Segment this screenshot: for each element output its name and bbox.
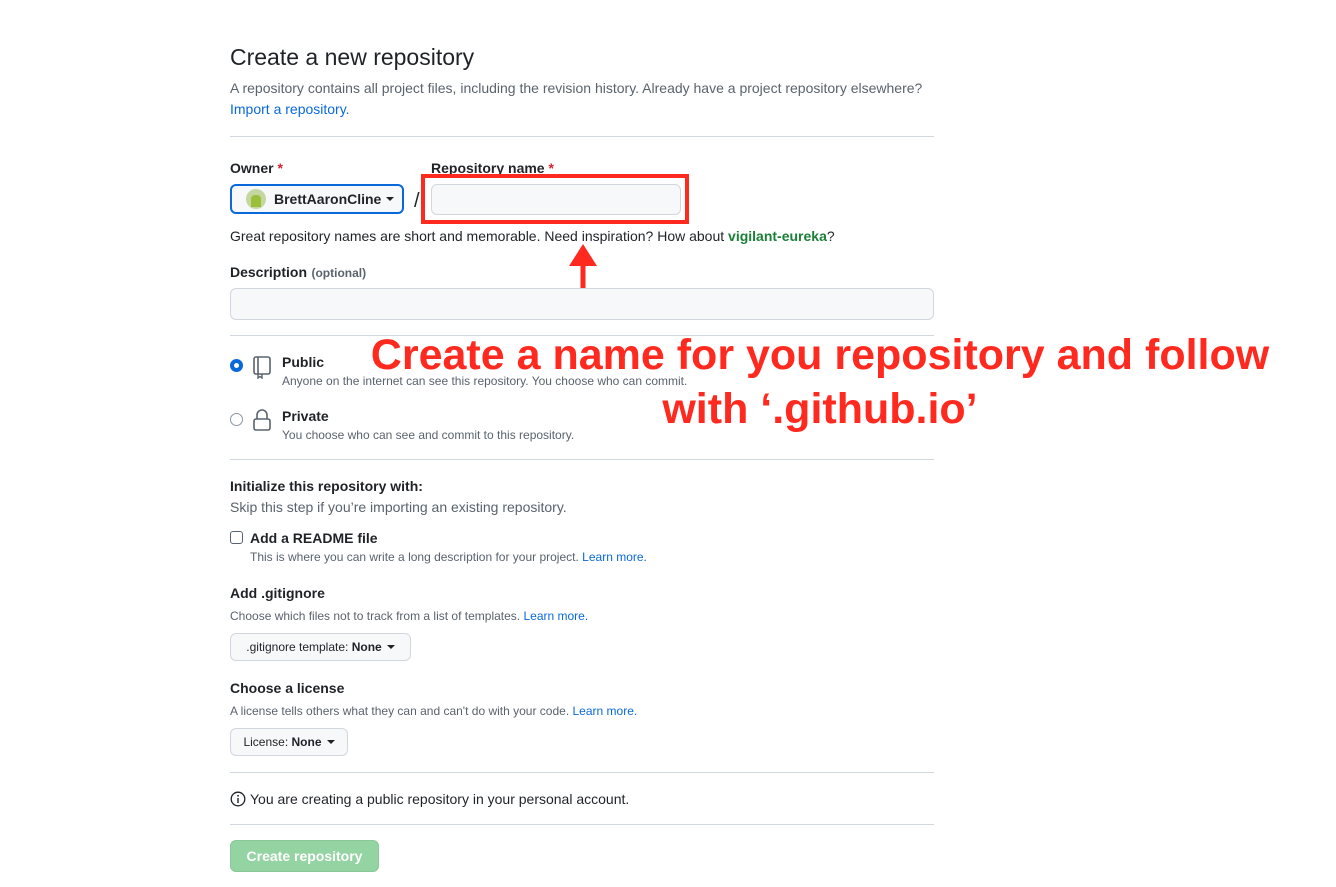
suggestion-link[interactable]: vigilant-eureka (728, 228, 827, 244)
page-title: Create a new repository (230, 44, 475, 70)
gitignore-learn-more-link[interactable]: Learn more. (523, 609, 588, 623)
init-subtitle: Skip this step if you’re importing an ex… (230, 499, 567, 515)
private-radio[interactable] (230, 413, 243, 426)
caret-down-icon (386, 197, 395, 201)
repo-name-hint: Great repository names are short and mem… (230, 228, 835, 244)
divider (230, 772, 934, 773)
gitignore-template-dropdown[interactable]: .gitignore template: None (230, 633, 411, 661)
public-radio[interactable] (230, 359, 243, 372)
license-description: A license tells others what they can and… (230, 704, 638, 718)
gitignore-title: Add .gitignore (230, 585, 325, 601)
owner-label: Owner * (230, 160, 283, 176)
owner-dropdown[interactable]: BrettAaronCline (230, 184, 404, 214)
license-dropdown[interactable]: License: None (230, 728, 348, 756)
init-title: Initialize this repository with: (230, 478, 423, 494)
public-notice: You are creating a public repository in … (250, 791, 630, 807)
readme-checkbox[interactable] (230, 531, 243, 544)
owner-repo-separator: / (414, 190, 420, 212)
annotation-line-1: Create a name for you repository and fol… (370, 331, 1270, 379)
license-learn-more-link[interactable]: Learn more. (573, 704, 638, 718)
divider (230, 824, 934, 825)
info-icon (230, 791, 246, 807)
readme-label: Add a README file (250, 530, 378, 546)
lock-icon (253, 409, 271, 431)
annotation-highlight-box (421, 174, 689, 224)
page-intro: A repository contains all project files,… (230, 78, 930, 120)
annotation-text: Create a name for you repository and fol… (320, 328, 1320, 436)
repo-icon (253, 356, 271, 379)
gitignore-description: Choose which files not to track from a l… (230, 609, 589, 623)
create-repository-button[interactable]: Create repository (230, 840, 379, 872)
optional-tag: (optional) (311, 266, 367, 280)
caret-down-icon (386, 645, 395, 649)
caret-down-icon (326, 740, 335, 744)
description-input[interactable] (230, 288, 934, 320)
divider (230, 459, 934, 460)
intro-text: A repository contains all project files,… (230, 80, 923, 96)
avatar (246, 189, 266, 209)
license-title: Choose a license (230, 680, 345, 696)
public-label: Public (282, 354, 325, 370)
readme-description: This is where you can write a long descr… (250, 550, 647, 564)
import-repository-link[interactable]: Import a repository. (230, 101, 350, 117)
owner-name: BrettAaronCline (274, 191, 382, 207)
divider (230, 136, 934, 137)
annotation-line-2: with ‘.github.io’ (662, 385, 978, 433)
readme-learn-more-link[interactable]: Learn more. (582, 550, 647, 564)
required-mark: * (277, 160, 283, 176)
description-label: Description (optional) (230, 264, 367, 280)
